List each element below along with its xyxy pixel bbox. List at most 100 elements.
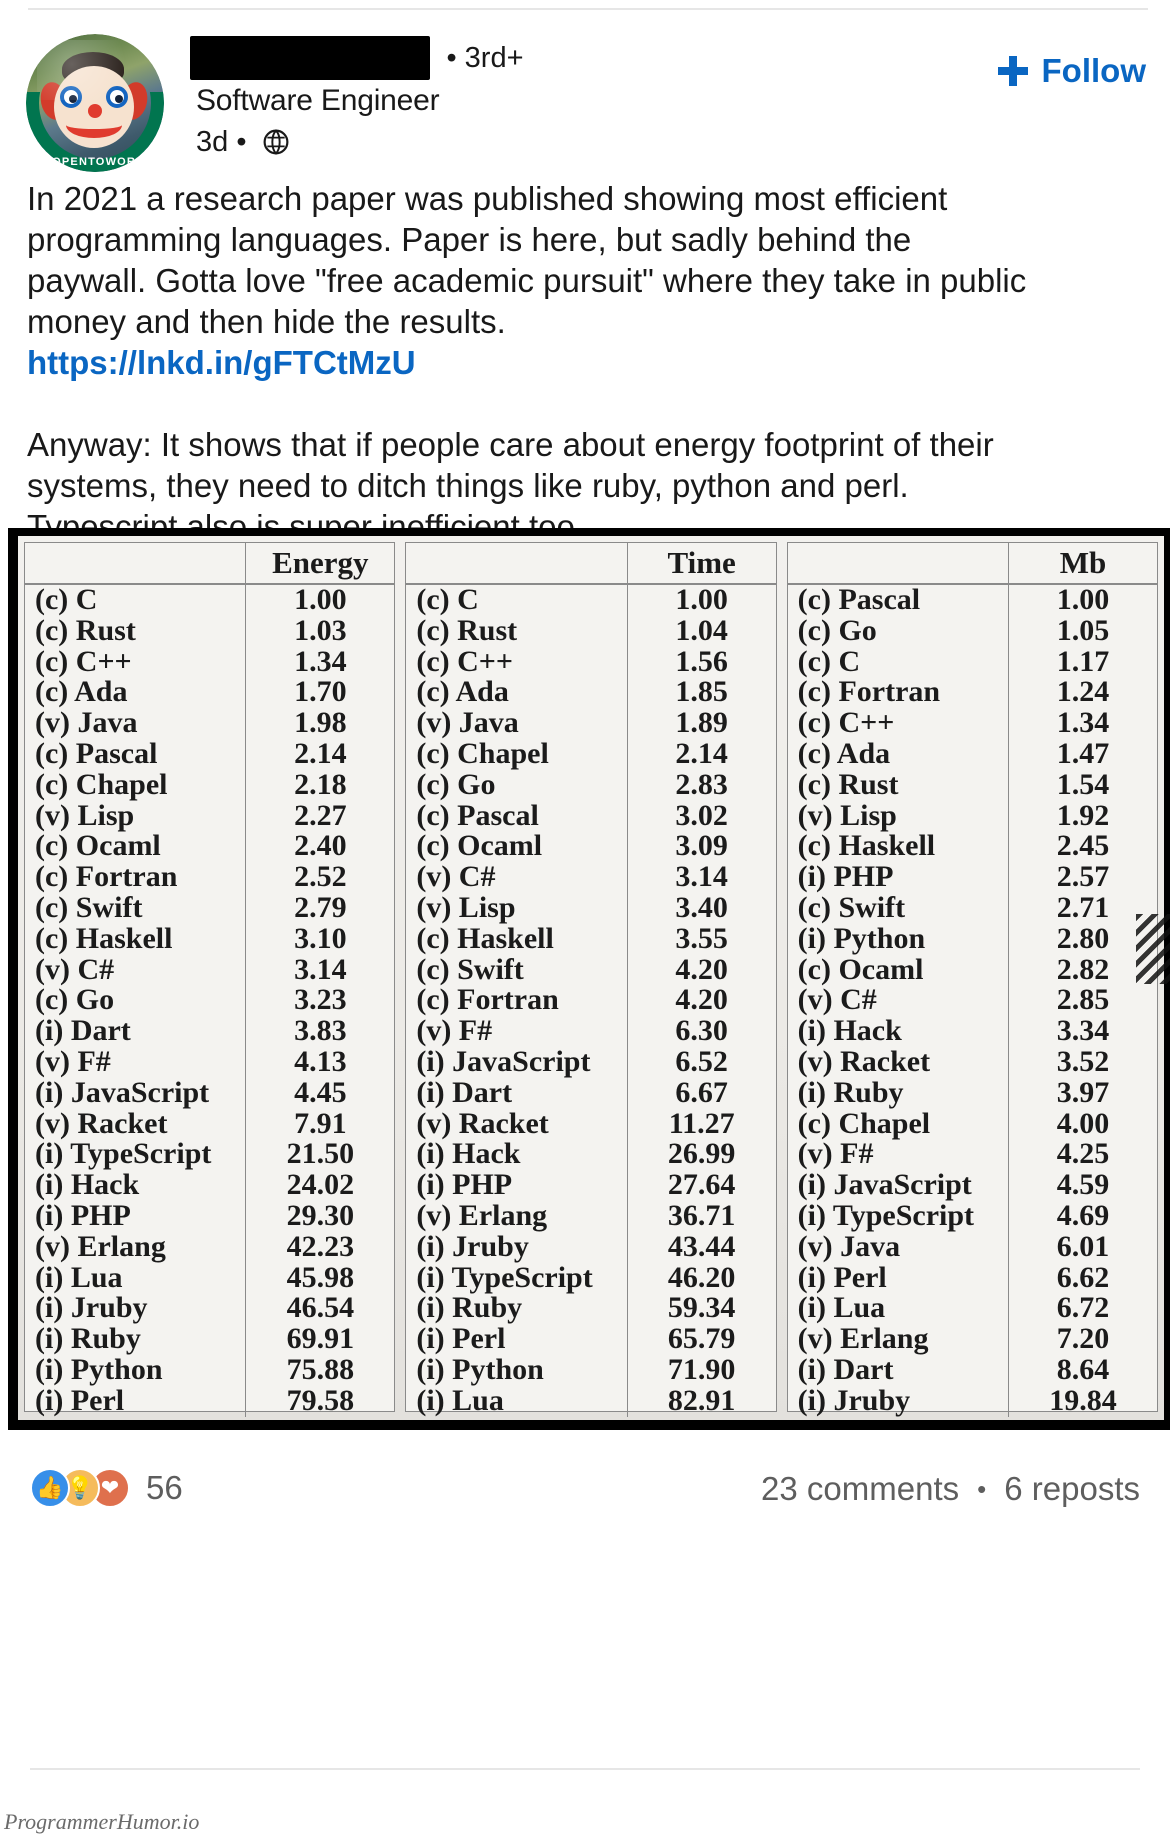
table-row-value: 45.98 [286, 1260, 355, 1294]
table-row-value: 29.30 [286, 1198, 355, 1232]
author-headline: Software Engineer [196, 84, 440, 117]
table-row-value: 2.85 [1056, 983, 1110, 1017]
table-row-value: 2.82 [1056, 952, 1110, 986]
table-row-language: (i) Lua [797, 1291, 886, 1325]
table-row-value: 3.34 [1056, 1014, 1110, 1048]
table-row-value: 69.91 [286, 1322, 355, 1356]
table-row-value: 6.67 [675, 1075, 728, 1109]
comment-repost-counts: 23 comments • 6 reposts [761, 1470, 1140, 1508]
table-row-language: (i) Lua [35, 1260, 123, 1294]
table-row-value: 4.45 [294, 1075, 347, 1109]
table-row-language: (i) Python [416, 1352, 544, 1386]
table-row-value: 26.99 [667, 1137, 736, 1171]
efficiency-table: Mb (c) Pascal (c) Go (c) C (c) Fortran (c) C+… [786, 542, 1158, 1417]
follow-button-label: Follow [1041, 52, 1146, 89]
table-row-value: 3.40 [675, 890, 728, 924]
table-row-value: 6.01 [1056, 1229, 1110, 1263]
table-row-value: 2.52 [294, 860, 347, 894]
table-row-language: (v) Lisp [797, 798, 897, 832]
table-row-language: (c) Ocaml [416, 829, 543, 863]
plus-icon [997, 56, 1028, 86]
table-row-language: (i) Ruby [416, 1291, 523, 1325]
table-row-value: 2.79 [294, 890, 347, 924]
table-row-value: 4.00 [1056, 1106, 1110, 1140]
table-row-value: 3.97 [1056, 1075, 1110, 1109]
table-row-language: (v) Racket [35, 1106, 168, 1140]
language-column: (c) Pascal (c) Go (c) C (c) Fortran (c) C++(… [788, 584, 1009, 1417]
table-row-value: 82.91 [667, 1383, 736, 1417]
like-reaction-icon: 👍 [30, 1468, 70, 1508]
table-row-language: (i) Dart [797, 1352, 894, 1386]
table-row-value: 3.52 [1056, 1044, 1110, 1078]
value-column: 1.00 1.05 1.17 1.24 1.34 1.47 1.54 1.92 2.45 2.57… [1009, 584, 1157, 1417]
table-row-value: 8.64 [1056, 1352, 1110, 1386]
table-row-value: 24.02 [286, 1168, 355, 1202]
table-row-value: 3.55 [675, 921, 728, 955]
value-column: 1.00 1.03 1.34 1.70 1.98 2.14 2.18 2.27 2.40 2.52… [246, 583, 394, 1417]
column-header-metric: Energy [272, 545, 369, 580]
table-row-value: 1.85 [675, 675, 728, 709]
table-row-value: 75.88 [286, 1352, 355, 1386]
table-row-value: 2.83 [675, 767, 728, 801]
table-row-value: 19.84 [1049, 1383, 1117, 1417]
table-row-language: (v) Java [416, 706, 519, 740]
post-header: #OPENTOWORK • 3rd+ Software Engineer 3d … [26, 26, 1146, 172]
table-row-language: (v) Erlang [416, 1198, 548, 1232]
table-row-language: (v) Java [35, 706, 138, 740]
reactions-group[interactable]: 👍 💡 ❤ 56 [30, 1468, 183, 1508]
post-link[interactable]: https://lnkd.in/gFTCtMzU [27, 342, 1037, 383]
table-row-language: (v) Erlang [35, 1229, 166, 1263]
table-row-value: 11.27 [668, 1106, 735, 1140]
table-row-value: 1.05 [1056, 613, 1110, 647]
table-row-language: (v) C# [797, 983, 877, 1017]
table-row-value: 4.59 [1056, 1168, 1110, 1202]
table-row-value: 1.24 [1056, 675, 1110, 709]
table-row-value: 1.34 [294, 644, 347, 678]
social-bar: 👍 💡 ❤ 56 23 comments • 6 reposts [30, 1468, 1140, 1528]
table-row-value: 4.20 [675, 983, 728, 1017]
table-row-language: (c) Swift [416, 952, 524, 986]
column-header-language [788, 543, 1009, 583]
table-header-row: Energy [25, 543, 395, 585]
table-row-value: 2.14 [675, 736, 728, 770]
table-row-value: 4.25 [1056, 1137, 1110, 1171]
table-row-language: (c) Ada [416, 675, 509, 709]
table-row-value: 4.69 [1056, 1198, 1110, 1232]
table-row-language: (c) C++ [797, 706, 895, 740]
table-row-language: (v) F# [797, 1137, 874, 1171]
avatar[interactable]: #OPENTOWORK [26, 34, 164, 172]
table-row-value: 43.44 [667, 1229, 736, 1263]
table-body: (c) C (c) Rust (c) C++ (c) Ada (v) Java (c) P… [25, 583, 394, 1417]
table-row-language: (v) Lisp [416, 890, 516, 924]
post-timestamp: 3d • [196, 126, 247, 158]
reposts-count[interactable]: 6 reposts [1004, 1470, 1140, 1508]
table-row-language: (i) Jruby [416, 1229, 529, 1263]
table-row-value: 1.00 [675, 583, 728, 616]
table-row-language: (i) Perl [35, 1383, 125, 1417]
table-row-language: (v) F# [35, 1044, 111, 1078]
table-row-language: (c) Swift [797, 890, 906, 924]
table-row-language: (v) Erlang [797, 1322, 929, 1356]
table-row-language: (i) Ruby [35, 1322, 141, 1356]
table-row-value: 1.00 [294, 583, 347, 616]
table-row-language: (i) PHP [797, 860, 894, 894]
table-row-value: 3.83 [294, 1014, 347, 1048]
table-row-value: 2.27 [294, 798, 347, 832]
table-row-value: 1.70 [294, 675, 347, 709]
post-image-language-efficiency-tables[interactable]: Energy (c) C (c) Rust (c) C++ (c) Ada (v) Jav… [8, 528, 1170, 1430]
table-row-language: (i) JavaScript [416, 1044, 591, 1078]
table-row-language: (i) JavaScript [35, 1075, 210, 1109]
efficiency-table: Time (c) C (c) Rust (c) C++ (c) Ada (v) Java(… [405, 542, 777, 1417]
follow-button[interactable]: Follow [997, 52, 1146, 90]
language-column: (c) C (c) Rust (c) C++ (c) Ada (v) Java (c) C… [406, 584, 628, 1417]
table-row-language: (c) Haskell [416, 921, 554, 955]
count-separator: • [977, 1473, 987, 1504]
table-row-language: (c) Go [416, 767, 496, 801]
table-row-value: 2.18 [294, 767, 347, 801]
comments-count[interactable]: 23 comments [761, 1470, 959, 1508]
table-row-language: (c) C++ [416, 644, 513, 678]
table-row-language: (i) TypeScript [416, 1260, 593, 1294]
table-row-language: (c) C [35, 583, 98, 616]
table-row-value: 46.54 [286, 1291, 355, 1325]
